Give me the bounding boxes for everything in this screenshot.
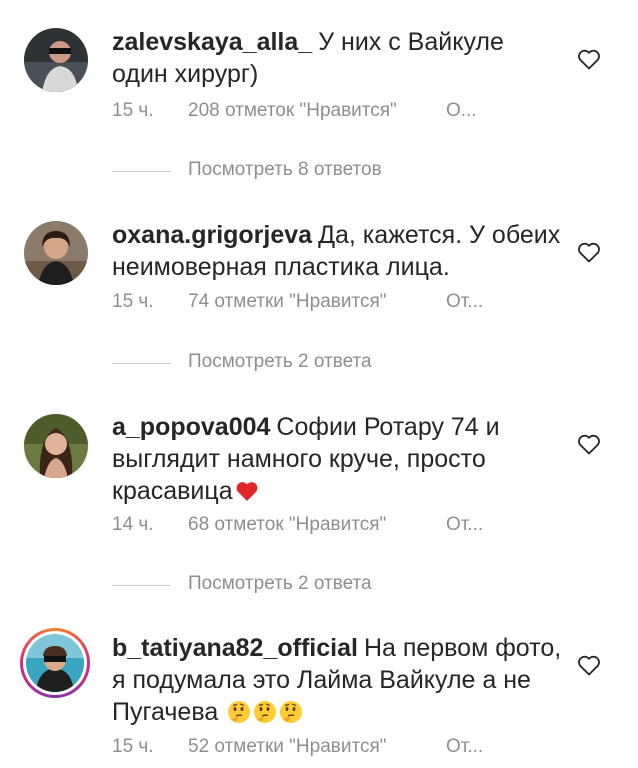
comment-meta: 15 ч. 208 отметок "Нравится" О... <box>112 100 477 122</box>
heart-icon[interactable] <box>577 654 601 676</box>
view-replies-label: Посмотреть 8 ответов <box>188 159 382 180</box>
thinking-face-emoji-icon <box>228 701 251 723</box>
avatar-story-ring[interactable] <box>20 628 90 698</box>
comment-time: 15 ч. <box>112 291 154 312</box>
reply-button[interactable]: О... <box>446 100 477 122</box>
comment-meta: 15 ч. 74 отметки "Нравится" От... <box>112 291 483 313</box>
comment-time: 14 ч. <box>112 514 154 535</box>
thinking-face-emoji-icon <box>254 701 277 723</box>
avatar[interactable] <box>24 28 88 92</box>
red-heart-emoji-icon <box>236 482 258 501</box>
comment-text: zalevskaya_alla_ У них с Вайкуле один хир… <box>112 26 562 90</box>
comment-username[interactable]: oxana.grigorjeva <box>112 221 312 249</box>
heart-icon[interactable] <box>577 433 601 455</box>
avatar-ring-gap <box>23 631 87 695</box>
comment-username[interactable]: a_popova004 <box>112 413 270 441</box>
divider <box>112 585 170 586</box>
reply-button[interactable]: От... <box>446 514 483 536</box>
comment-likes[interactable]: 52 отметки "Нравится" <box>188 736 446 758</box>
comment-meta: 15 ч. 52 отметки "Нравится" От... <box>112 736 483 758</box>
comment-time: 15 ч. <box>112 100 154 121</box>
comment-text: b_tatiyana82_official На первом фото, я п… <box>112 632 562 728</box>
reply-button[interactable]: От... <box>446 736 483 758</box>
comment-likes[interactable]: 68 отметок "Нравится" <box>188 514 446 536</box>
thinking-face-emoji-icon <box>280 701 303 723</box>
comment-username[interactable]: b_tatiyana82_official <box>112 634 358 662</box>
comment-time: 15 ч. <box>112 736 154 757</box>
view-replies-label: Посмотреть 2 ответа <box>188 573 372 594</box>
reply-button[interactable]: От... <box>446 291 483 313</box>
comment-likes[interactable]: 208 отметок "Нравится" <box>188 100 446 122</box>
comment-username[interactable]: zalevskaya_alla_ <box>112 28 312 56</box>
comment-meta: 14 ч. 68 отметок "Нравится" От... <box>112 514 483 536</box>
avatar[interactable] <box>24 414 88 478</box>
avatar[interactable] <box>24 221 88 285</box>
comment-text: oxana.grigorjeva Да, кажется. У обеих неи… <box>112 219 562 283</box>
divider <box>112 363 170 364</box>
avatar <box>26 634 84 692</box>
comment-likes[interactable]: 74 отметки "Нравится" <box>188 291 446 313</box>
comment-text: a_popova004 Софии Ротару 74 и выглядит на… <box>112 411 562 507</box>
view-replies-label: Посмотреть 2 ответа <box>188 351 372 372</box>
divider <box>112 171 170 172</box>
heart-icon[interactable] <box>577 241 601 263</box>
heart-icon[interactable] <box>577 48 601 70</box>
